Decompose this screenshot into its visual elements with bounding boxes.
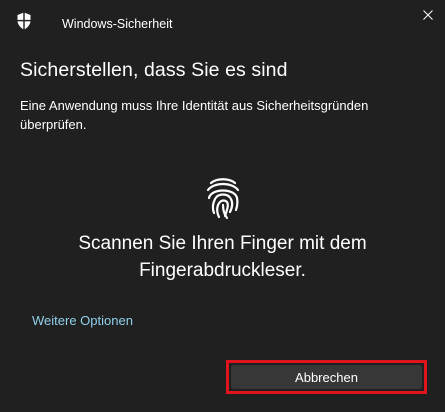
fingerprint-icon <box>206 178 240 220</box>
dialog-description: Eine Anwendung muss Ihre Identität aus S… <box>20 98 369 132</box>
scan-instruction: Scannen Sie Ihren Finger mit dem Fingera… <box>20 230 425 284</box>
cancel-button-label: Abbrechen <box>295 369 358 385</box>
scan-instruction-line2: Fingerabdruckleser. <box>139 260 306 281</box>
close-button[interactable] <box>411 0 445 30</box>
app-title: Windows-Sicherheit <box>62 17 173 31</box>
shield-icon <box>17 12 31 30</box>
title-bar: Windows-Sicherheit <box>0 0 445 44</box>
cancel-button[interactable]: Abbrechen <box>231 365 422 389</box>
dialog-heading: Sicherstellen, dass Sie es sind <box>20 59 288 81</box>
close-icon <box>423 10 433 20</box>
security-dialog: Windows-Sicherheit Sicherstellen, dass S… <box>0 0 445 412</box>
more-options-link[interactable]: Weitere Optionen <box>32 313 133 328</box>
scan-instruction-line1: Scannen Sie Ihren Finger mit dem <box>78 233 367 254</box>
